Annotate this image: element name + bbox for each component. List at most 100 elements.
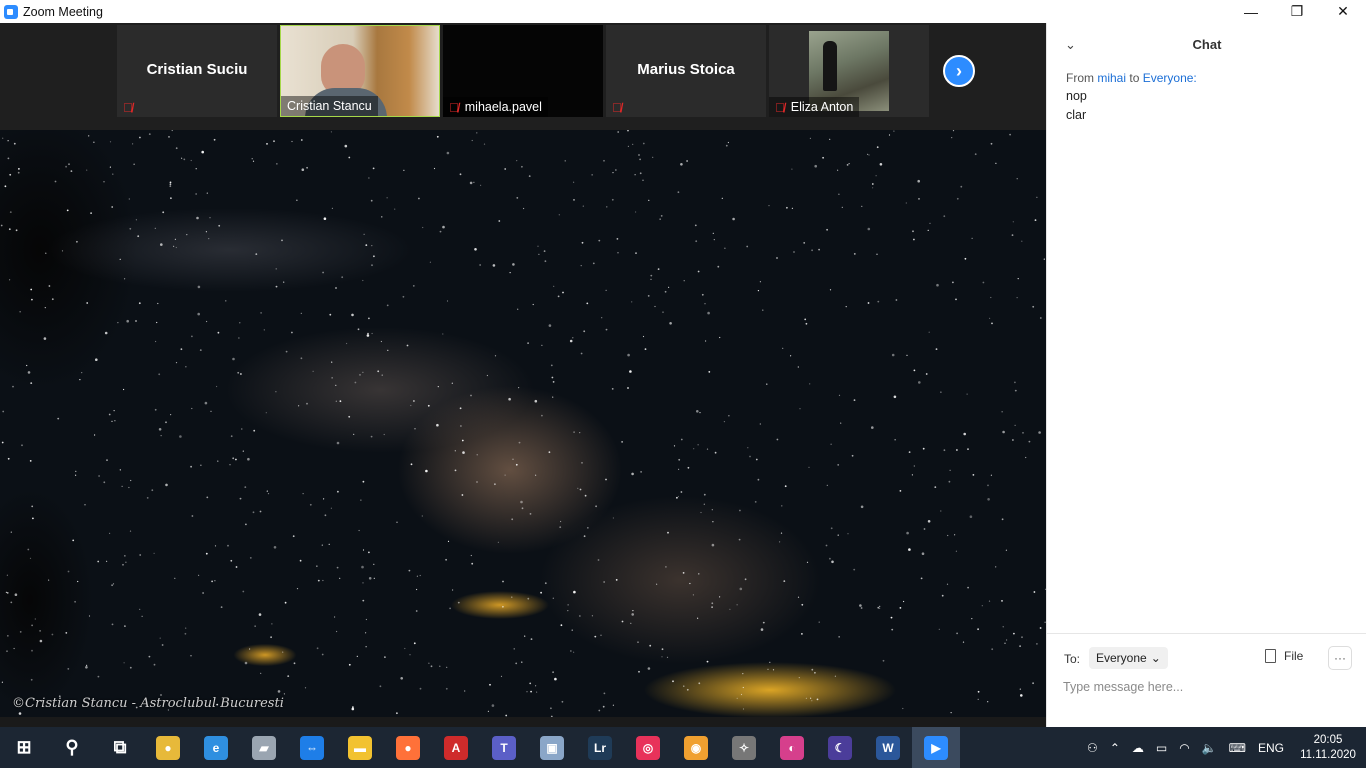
chrome-icon-glyph: ● (156, 735, 180, 760)
recipient-link[interactable]: Everyone: (1143, 71, 1197, 85)
search-icon-glyph: ⚲ (65, 737, 79, 757)
close-button[interactable]: ✕ (1320, 0, 1366, 23)
chat-message-line: clar (1066, 108, 1087, 122)
to-label: To: (1064, 652, 1081, 666)
mic-muted-icon: 🎙̸ (123, 99, 133, 115)
chat-footer: To: Everyone ⌄ File ··· (1047, 633, 1366, 727)
chat-header: ⌄ Chat (1047, 23, 1366, 67)
share-bottom-bar (0, 717, 1046, 727)
chat-title: Chat (1192, 37, 1222, 52)
clock-time: 20:05 (1313, 733, 1343, 746)
file-explorer-icon[interactable]: ▬ (336, 727, 384, 768)
teamviewer-icon-glyph: ⇔ (300, 735, 324, 760)
participant-tile[interactable]: 🎙̸ mihaela.pavel (443, 25, 603, 117)
mic-muted-icon: 🎙̸ (612, 99, 622, 115)
firefox-icon-glyph: ● (396, 735, 420, 760)
creative-cloud-icon-glyph: ◎ (636, 735, 660, 760)
chevron-up-icon[interactable]: ⌃ (1104, 727, 1126, 768)
participant-tile[interactable]: 🎙̸ Eliza Anton (769, 25, 929, 117)
start-icon-glyph: ⊞ (16, 737, 32, 757)
firefox-icon[interactable]: ● (384, 727, 432, 768)
chat-panel: ⌄ Chat From mihai to Everyone: nop clar … (1046, 23, 1366, 727)
battery-icon[interactable]: ▭ (1150, 727, 1173, 768)
title-bar: Zoom Meeting — ❐ ✕ (0, 0, 1366, 23)
zoom-icon[interactable]: ▶ (912, 727, 960, 768)
chevron-down-icon: ⌄ (1150, 651, 1161, 665)
wifi-icon[interactable]: ◠ (1173, 727, 1195, 768)
word-icon-glyph: W (876, 735, 900, 760)
teamviewer-icon[interactable]: ⇔ (288, 727, 336, 768)
file-icon (1265, 649, 1276, 663)
taskbar-apps: ⊞ ⚲ ⧉ ● e ▰ ⇔ ▬ ● A T ▣ Lr ◎ ◉ ✧ ◐ ☾ W ▶ (0, 727, 960, 768)
system-tray: ⚇ ⌃ ☁ ▭ ◠ 🔈 ⌨ ENG 20:05 11.11.2020 (1081, 727, 1366, 768)
window-controls: — ❐ ✕ (1228, 0, 1366, 23)
participant-name: mihaela.pavel (464, 100, 542, 114)
color-app-icon[interactable]: ◐ (768, 727, 816, 768)
participant-tile-active[interactable]: Cristian Stancu (280, 25, 440, 117)
chat-message-header: From mihai to Everyone: (1066, 71, 1197, 85)
photos-icon-glyph: ▣ (540, 735, 564, 760)
app-icon-2[interactable]: ✧ (720, 727, 768, 768)
app-icon-2-glyph: ✧ (732, 735, 756, 760)
zoom-app-icon (4, 4, 18, 19)
photos-icon[interactable]: ▣ (528, 727, 576, 768)
participant-name: Marius Stoica (637, 61, 735, 78)
sender-link[interactable]: mihai (1097, 71, 1126, 85)
acrobat-icon[interactable]: A (432, 727, 480, 768)
minimize-button[interactable]: — (1228, 0, 1274, 23)
taskbar: ⊞ ⚲ ⧉ ● e ▰ ⇔ ▬ ● A T ▣ Lr ◎ ◉ ✧ ◐ ☾ W ▶ ⚇ ⌃ ☁ ▭ ◠ 🔈 ⌨ ENG … (0, 727, 1366, 768)
teams-icon[interactable]: T (480, 727, 528, 768)
file-label: File (1284, 649, 1304, 663)
chrome-icon[interactable]: ● (144, 727, 192, 768)
participant-label: 🎙̸ Eliza Anton (769, 97, 860, 117)
file-explorer-icon-glyph: ▬ (348, 735, 372, 760)
start-icon[interactable]: ⊞ (0, 727, 48, 768)
restore-button[interactable]: ❐ (1274, 0, 1320, 23)
app-icon-glyph: ▰ (252, 735, 276, 760)
lightroom-icon-glyph: Lr (588, 735, 612, 760)
next-page-button[interactable]: › (943, 55, 975, 87)
app-icon[interactable]: ▰ (240, 727, 288, 768)
word-icon[interactable]: W (864, 727, 912, 768)
participant-name: Cristian Suciu (146, 61, 248, 78)
starfield-image (0, 130, 1046, 717)
participant-label: Cristian Stancu (281, 96, 378, 116)
mic-muted-icon: 🎙̸ (775, 99, 785, 115)
creative-cloud-icon[interactable]: ◎ (624, 727, 672, 768)
teams-icon-glyph: T (492, 735, 516, 760)
language-indicator[interactable]: ENG (1252, 727, 1290, 768)
task-view-icon[interactable]: ⧉ (96, 727, 144, 768)
recipient-select[interactable]: Everyone ⌄ (1089, 647, 1168, 669)
onedrive-icon[interactable]: ☁ (1126, 727, 1150, 768)
participant-label: 🎙̸ (606, 97, 628, 117)
participant-label: 🎙̸ mihaela.pavel (443, 97, 548, 117)
people-icon[interactable]: ⚇ (1081, 727, 1104, 768)
window-title: Zoom Meeting (23, 4, 103, 19)
stellarium-icon[interactable]: ☾ (816, 727, 864, 768)
participant-name: Eliza Anton (790, 100, 854, 114)
task-view-icon-glyph: ⧉ (113, 737, 127, 757)
participant-tile[interactable]: Cristian Suciu 🎙̸ (117, 25, 277, 117)
clock-date: 11.11.2020 (1300, 748, 1356, 761)
lightroom-icon[interactable]: Lr (576, 727, 624, 768)
participant-label: 🎙̸ (117, 97, 139, 117)
zoom-icon-glyph: ▶ (924, 735, 948, 760)
participant-tile[interactable]: Marius Stoica 🎙̸ (606, 25, 766, 117)
file-button[interactable]: File (1265, 649, 1303, 663)
chevron-right-icon: › (956, 60, 962, 81)
chat-message-input[interactable] (1063, 676, 1353, 698)
more-options-button[interactable]: ··· (1328, 646, 1352, 670)
edge-icon[interactable]: e (192, 727, 240, 768)
search-icon[interactable]: ⚲ (48, 727, 96, 768)
participant-name: Cristian Stancu (287, 99, 372, 113)
volume-icon[interactable]: 🔈 (1196, 727, 1223, 768)
watermark: ©Cristian Stancu - Astroclubul Bucuresti (12, 696, 284, 711)
shared-screen: ©Cristian Stancu - Astroclubul Bucuresti (0, 130, 1046, 717)
keyboard-icon[interactable]: ⌨ (1223, 727, 1252, 768)
color-app-icon-glyph: ◐ (780, 735, 804, 760)
to-label: to (1129, 71, 1140, 85)
clock[interactable]: 20:05 11.11.2020 (1290, 727, 1366, 768)
camera-app-icon[interactable]: ◉ (672, 727, 720, 768)
stellarium-icon-glyph: ☾ (828, 735, 852, 760)
mic-muted-icon: 🎙̸ (449, 99, 459, 115)
